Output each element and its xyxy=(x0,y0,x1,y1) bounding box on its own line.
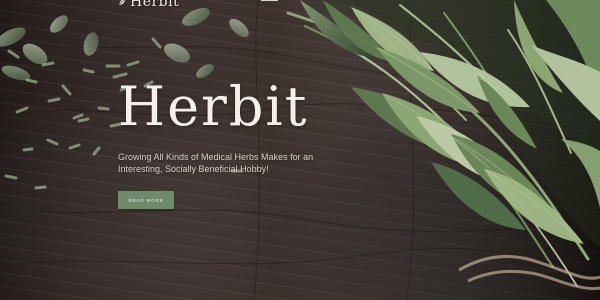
leaf-icon xyxy=(118,0,126,6)
hero-title: Herbit xyxy=(118,75,309,138)
brand-name: Herbit xyxy=(130,0,180,10)
top-navigation: Herbit xyxy=(0,0,600,12)
menu-toggle-line[interactable] xyxy=(261,0,278,1)
read-more-button[interactable]: READ MORE xyxy=(118,191,174,209)
hero-subtitle: Growing All Kinds of Medical Herbs Makes… xyxy=(118,152,314,174)
brand-logo[interactable]: Herbit xyxy=(118,0,179,10)
hero-section: Herbit Herbit Growing All Kinds of Medic… xyxy=(0,0,600,300)
hero-content: Herbit Growing All Kinds of Medical Herb… xyxy=(118,75,378,209)
